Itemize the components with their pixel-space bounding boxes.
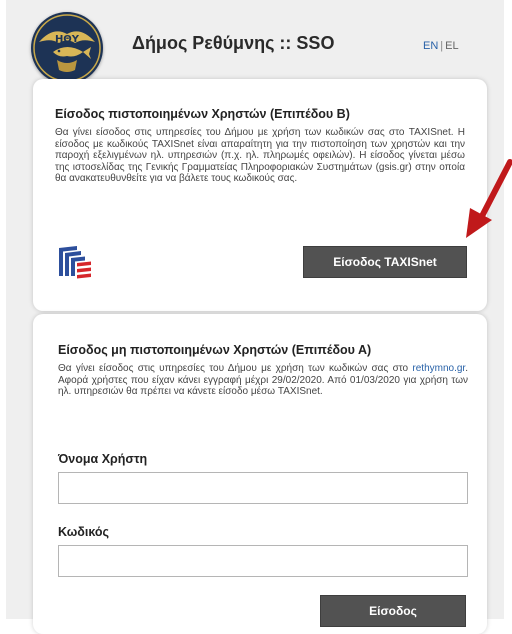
- lang-en-link[interactable]: EN: [423, 40, 438, 52]
- svg-text:ΗΘΥ: ΗΘΥ: [55, 34, 80, 45]
- username-label: Όνομα Χρήστη: [58, 452, 148, 466]
- gsis-logo-icon: [55, 242, 95, 282]
- taxisnet-login-card: Είσοδος πιστοποιημένων Χρηστών (Επιπέδου…: [33, 79, 487, 311]
- taxisnet-login-button[interactable]: Είσοδος TAXISnet: [303, 246, 467, 278]
- rethymno-link[interactable]: rethymno.gr: [412, 363, 465, 374]
- municipality-logo[interactable]: ΗΘΥ: [31, 12, 103, 84]
- site-title: Δήμος Ρεθύμνης :: SSO: [132, 33, 335, 53]
- lang-el-link[interactable]: EL: [445, 40, 458, 52]
- local-card-title: Είσοδος μη πιστοποιημένων Χρηστών (Επιπέ…: [58, 343, 372, 357]
- password-input[interactable]: [58, 545, 468, 577]
- red-arrow-icon: [462, 158, 512, 240]
- local-desc-text-1: Θα γίνει είσοδος στις υπηρεσίες του Δήμο…: [58, 363, 413, 374]
- password-label: Κωδικός: [58, 525, 110, 539]
- local-login-card: Είσοδος μη πιστοποιημένων Χρηστών (Επιπέ…: [33, 314, 487, 634]
- username-input[interactable]: [58, 472, 468, 504]
- language-switcher: EN | EL: [423, 40, 459, 52]
- taxisnet-card-description: Θα γίνει είσοδος στις υπηρεσίες του Δήμο…: [55, 127, 465, 185]
- local-card-description: Θα γίνει είσοδος στις υπηρεσίες του Δήμο…: [58, 363, 468, 398]
- local-login-submit-button[interactable]: Είσοδος: [320, 595, 466, 627]
- taxisnet-card-title: Είσοδος πιστοποιημένων Χρηστών (Επιπέδου…: [55, 107, 350, 121]
- municipality-seal-icon: ΗΘΥ: [33, 14, 101, 82]
- lang-separator: |: [440, 40, 444, 52]
- header: ΗΘΥ Δήμος Ρεθύμνης :: SSO EN | EL: [0, 0, 512, 84]
